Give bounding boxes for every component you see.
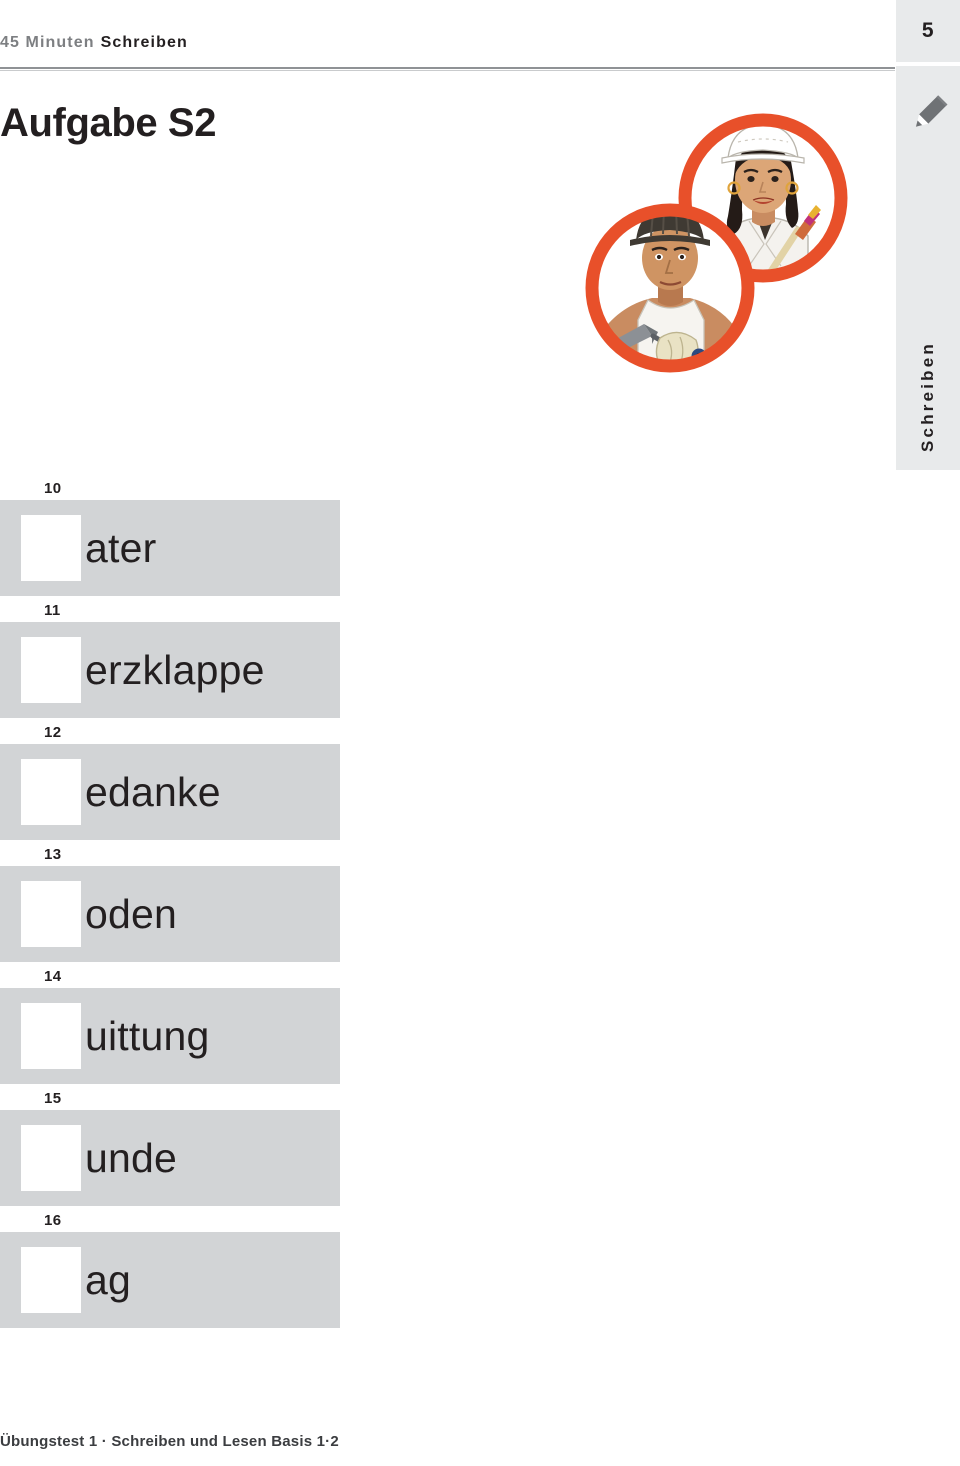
header-duration: 45 Minuten bbox=[0, 34, 95, 51]
side-rail-body: Schreiben bbox=[896, 66, 960, 470]
item-number: 10 bbox=[44, 480, 62, 497]
header-skill: Schreiben bbox=[100, 34, 188, 51]
answer-blank-box[interactable] bbox=[21, 515, 81, 581]
page-number-box: 5 bbox=[896, 0, 960, 62]
word-fragment: edanke bbox=[85, 768, 221, 815]
list-item: 16 ag bbox=[0, 1210, 400, 1328]
answer-blank-box[interactable] bbox=[21, 637, 81, 703]
page-title: Aufgabe S2 bbox=[0, 101, 217, 145]
item-bar: unde bbox=[0, 1110, 340, 1206]
item-bar: ag bbox=[0, 1232, 340, 1328]
item-number: 12 bbox=[44, 724, 62, 741]
running-header: 45 Minuten Schreiben bbox=[0, 34, 880, 52]
item-number: 13 bbox=[44, 846, 62, 863]
word-fragment: oden bbox=[85, 890, 178, 937]
list-item: 11 erzklappe bbox=[0, 600, 400, 718]
answer-blank-box[interactable] bbox=[21, 1003, 81, 1069]
item-number: 11 bbox=[44, 602, 61, 619]
footer-text: Übungstest 1 · Schreiben und Lesen Basis… bbox=[0, 1433, 339, 1450]
answer-blank-box[interactable] bbox=[21, 1125, 81, 1191]
list-item: 10 ater bbox=[0, 478, 400, 596]
list-item: 12 edanke bbox=[0, 722, 400, 840]
answer-blank-box[interactable] bbox=[21, 881, 81, 947]
item-number: 16 bbox=[44, 1212, 62, 1229]
word-fragment: uittung bbox=[85, 1012, 210, 1059]
word-fragment: ag bbox=[85, 1256, 132, 1303]
page-number: 5 bbox=[921, 19, 935, 42]
side-rail-label: Schreiben bbox=[918, 341, 937, 452]
illustration bbox=[552, 88, 872, 388]
answer-blank-box[interactable] bbox=[21, 759, 81, 825]
item-bar: edanke bbox=[0, 744, 340, 840]
pencil-icon bbox=[906, 90, 952, 136]
side-rail-label-wrap: Schreiben bbox=[896, 252, 960, 452]
word-fragment: unde bbox=[85, 1134, 178, 1181]
item-bar: ater bbox=[0, 500, 340, 596]
header-rule bbox=[0, 67, 895, 69]
list-item: 13 oden bbox=[0, 844, 400, 962]
word-fragment: erzklappe bbox=[85, 646, 265, 693]
list-item: 15 unde bbox=[0, 1088, 400, 1206]
answer-blank-box[interactable] bbox=[21, 1247, 81, 1313]
word-fragment: ater bbox=[85, 524, 157, 571]
header-rule-shadow bbox=[0, 70, 895, 71]
exercise-list: 10 ater 11 erzklappe 12 edanke 13 oden 1… bbox=[0, 478, 400, 1332]
item-bar: erzklappe bbox=[0, 622, 340, 718]
item-number: 14 bbox=[44, 968, 62, 985]
item-bar: uittung bbox=[0, 988, 340, 1084]
side-rail: 5 Schreiben bbox=[896, 0, 960, 470]
item-number: 15 bbox=[44, 1090, 62, 1107]
item-bar: oden bbox=[0, 866, 340, 962]
list-item: 14 uittung bbox=[0, 966, 400, 1084]
